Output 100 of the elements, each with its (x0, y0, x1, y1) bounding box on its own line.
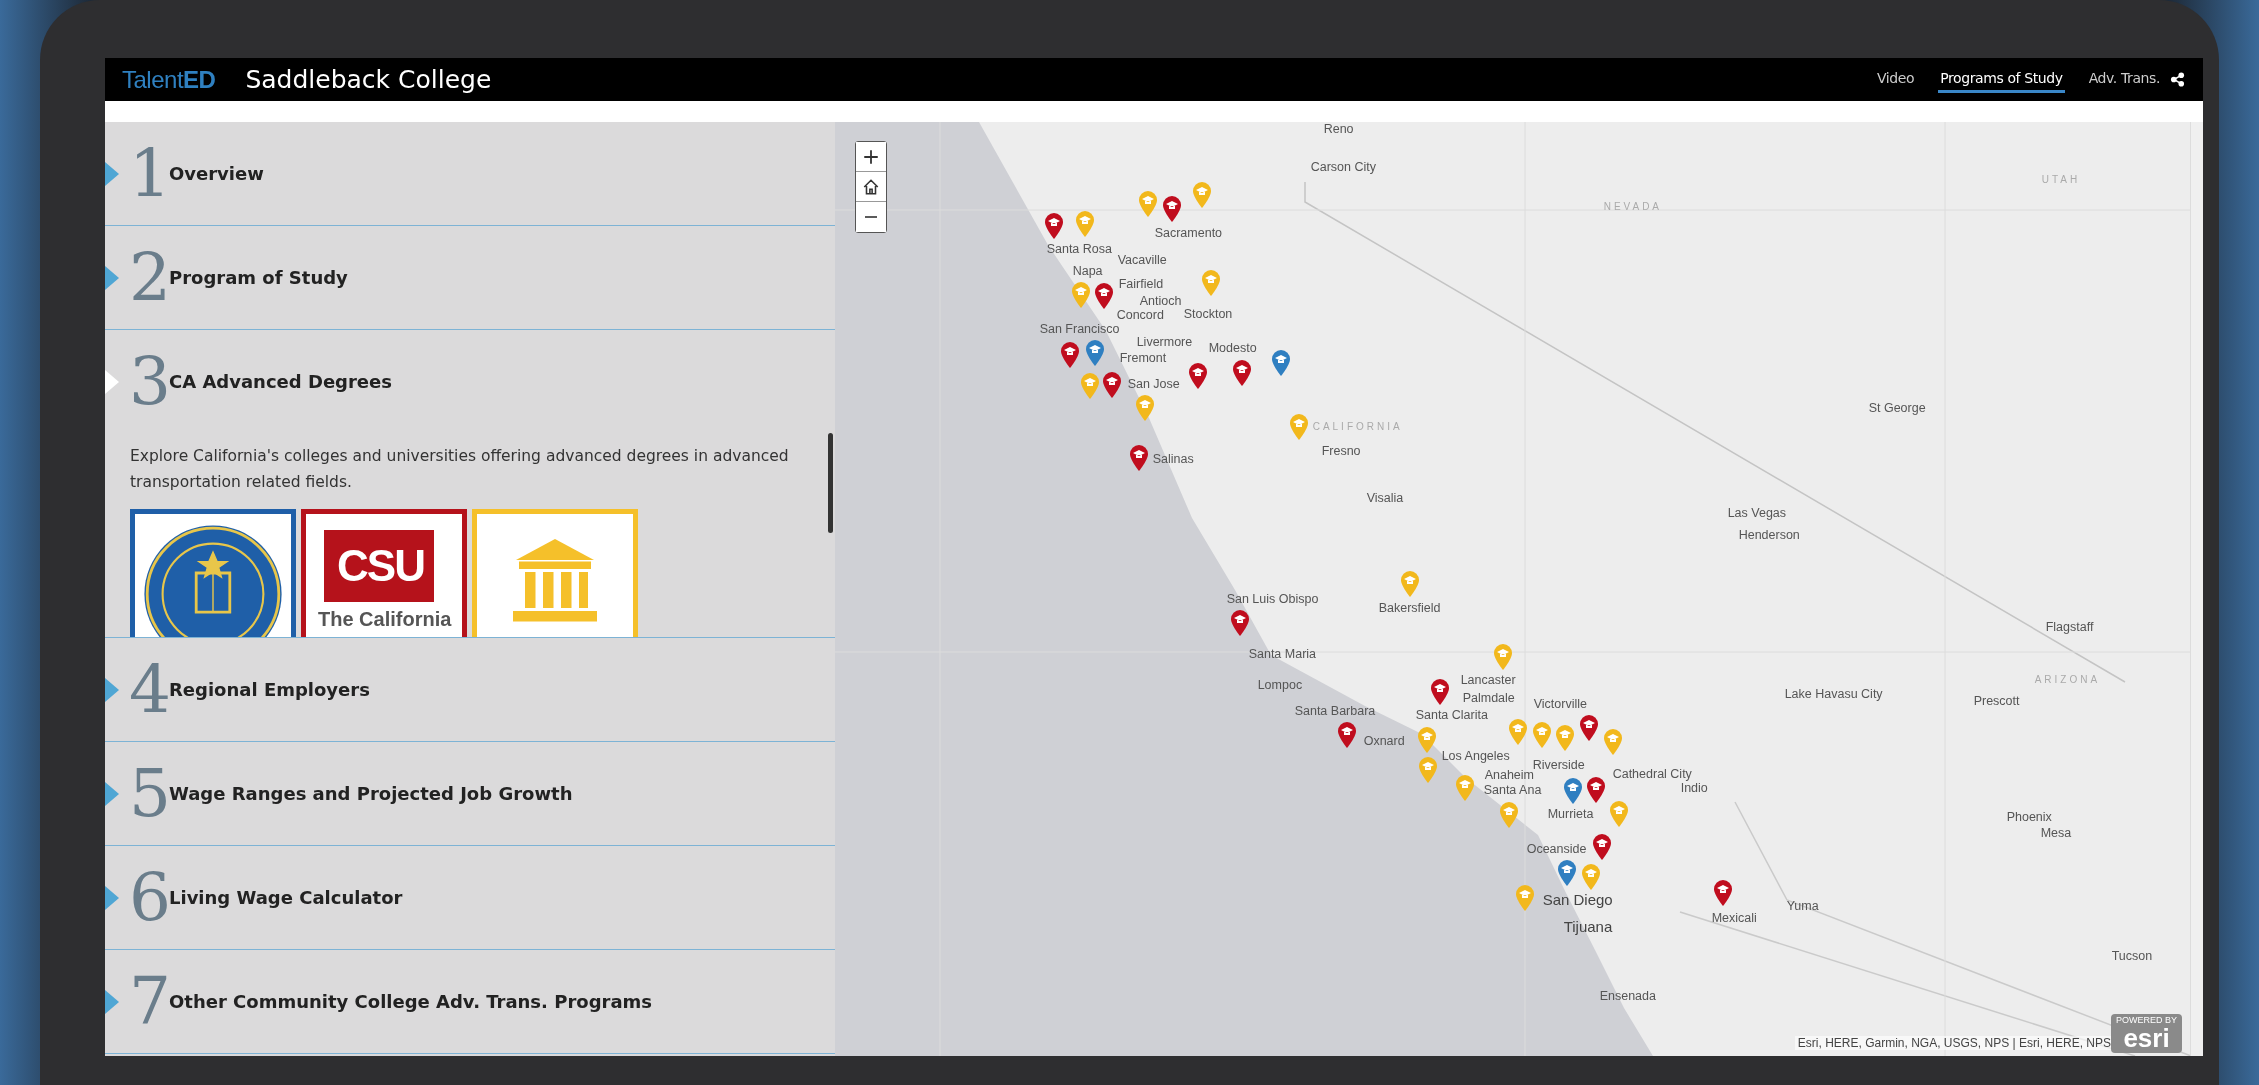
map-label: Lancaster (1460, 673, 1516, 687)
map-label: Santa Barbara (1294, 704, 1376, 718)
map-pin[interactable] (1429, 678, 1450, 706)
map-label: Tijuana (1563, 920, 1613, 934)
map-label: Stockton (1183, 307, 1233, 321)
section-title: CA Advanced Degrees (169, 371, 392, 392)
share-icon[interactable] (2170, 72, 2185, 87)
map-label: Lompoc (1257, 678, 1303, 692)
map-label: Modesto (1208, 341, 1257, 355)
map-label: Napa (1072, 264, 1103, 278)
map-label: Murrieta (1547, 807, 1594, 821)
section-number: 5 (129, 760, 167, 827)
map-pin[interactable] (1231, 359, 1252, 387)
map-pin[interactable] (1128, 444, 1149, 472)
map-label: San Francisco (1039, 322, 1120, 336)
map-label: San Diego (1542, 893, 1613, 907)
map-label: CALIFORNIA (1312, 420, 1403, 434)
zoom-in-button[interactable] (855, 142, 886, 172)
map-pin[interactable] (1712, 879, 1733, 907)
section-title: Wage Ranges and Projected Job Growth (169, 783, 573, 804)
map-label: Anaheim (1484, 768, 1534, 782)
map-label: San Jose (1127, 377, 1180, 391)
logo-caption: The California (318, 608, 452, 631)
map-label: Tucson (2111, 949, 2153, 963)
map-pin[interactable] (1161, 195, 1182, 223)
section-number: 4 (129, 656, 167, 723)
map-pin[interactable] (1084, 339, 1105, 367)
map-label: Antioch (1139, 294, 1182, 308)
map-pin[interactable] (1059, 341, 1080, 369)
map-label: Santa Clarita (1415, 708, 1488, 722)
map-label: Flagstaff (2045, 620, 2094, 634)
nav-link[interactable]: Programs of Study (1938, 66, 2065, 93)
map-pin[interactable] (1585, 776, 1606, 804)
map-pin[interactable] (1043, 212, 1064, 240)
plus-icon (861, 147, 880, 166)
map-label: Reno (1323, 122, 1354, 136)
map-label: Concord (1116, 308, 1164, 322)
map-label: Phoenix (2006, 810, 2052, 824)
map-pin[interactable] (1270, 349, 1291, 377)
map-pin[interactable] (1562, 777, 1583, 805)
home-icon (861, 177, 880, 196)
map-label: Riverside (1532, 758, 1585, 772)
map-label: Palmdale (1462, 691, 1515, 705)
section-number: 3 (129, 348, 167, 415)
map-label: Cathedral City (1612, 767, 1692, 781)
nav-link[interactable]: Video (1875, 66, 1917, 93)
csu-logo-mark: CSU (324, 530, 434, 602)
section-number: 6 (129, 864, 167, 931)
section-title: Regional Employers (169, 679, 370, 700)
map-label: Vacaville (1117, 253, 1167, 267)
map-pin[interactable] (1187, 362, 1208, 390)
map-label: Los Angeles (1441, 749, 1510, 763)
section-number: 2 (129, 244, 167, 311)
map-label: Salinas (1152, 452, 1194, 466)
map-pin[interactable] (1229, 609, 1250, 637)
map-pin[interactable] (1591, 833, 1612, 861)
section-title: Other Community College Adv. Trans. Programs (169, 991, 652, 1012)
map-label: Henderson (1738, 528, 1800, 542)
map-label: Lake Havasu City (1784, 687, 1883, 701)
map-label: Bakersfield (1378, 601, 1441, 615)
map-pin[interactable] (1336, 721, 1357, 749)
scrollbar[interactable] (827, 433, 833, 533)
map-label: Fresno (1321, 444, 1361, 458)
map-label: Ensenada (1599, 989, 1656, 1003)
brand-logo: TalentED (122, 65, 216, 94)
section-description: Explore California's colleges and universities offering advanced degrees in advanced transportation related fields. (130, 446, 790, 493)
map-label: Indio (1680, 781, 1708, 795)
section-title: Living Wage Calculator (169, 887, 403, 908)
minus-icon (863, 216, 878, 218)
section-title: Overview (169, 163, 264, 184)
map-label: ARIZONA (2034, 673, 2101, 687)
section-title: Program of Study (169, 267, 348, 288)
map-label: Victorville (1533, 697, 1587, 711)
map-label: Mexicali (1711, 911, 1757, 925)
nav-link[interactable]: Adv. Trans. (2086, 66, 2162, 93)
map-label: Santa Rosa (1046, 242, 1112, 256)
map-pin[interactable] (1093, 282, 1114, 310)
map-label: Santa Maria (1248, 647, 1317, 661)
section-number: 7 (129, 968, 167, 1035)
map-label: NEVADA (1603, 200, 1663, 214)
map-label: San Luis Obispo (1226, 592, 1319, 606)
map-label: Sacramento (1154, 226, 1223, 240)
map-attribution: Esri, HERE, Garmin, NGA, USGS, NPS | Esri, HERE, NPS (1794, 1036, 2114, 1050)
page-title: Saddleback College (245, 65, 492, 94)
section-number: 1 (129, 140, 167, 207)
map-label: Livermore (1136, 335, 1193, 349)
map-label: St George (1868, 401, 1926, 415)
map-pin[interactable] (1578, 714, 1599, 742)
map-pin[interactable] (1556, 859, 1577, 887)
esri-logo: POWERED BY esri (2111, 1014, 2182, 1053)
map-label: Prescott (1973, 694, 2020, 708)
map-pin[interactable] (1101, 371, 1122, 399)
map-label: Yuma (1786, 899, 1819, 913)
map-label: Las Vegas (1727, 506, 1787, 520)
map-label: Santa Ana (1483, 783, 1542, 797)
map-label: Mesa (2040, 826, 2072, 840)
map-label: Carson City (1310, 160, 1376, 174)
map-label: Visalia (1366, 491, 1404, 505)
map-label: UTAH (2041, 173, 2081, 187)
page-scrollbar[interactable] (2190, 122, 2203, 1056)
